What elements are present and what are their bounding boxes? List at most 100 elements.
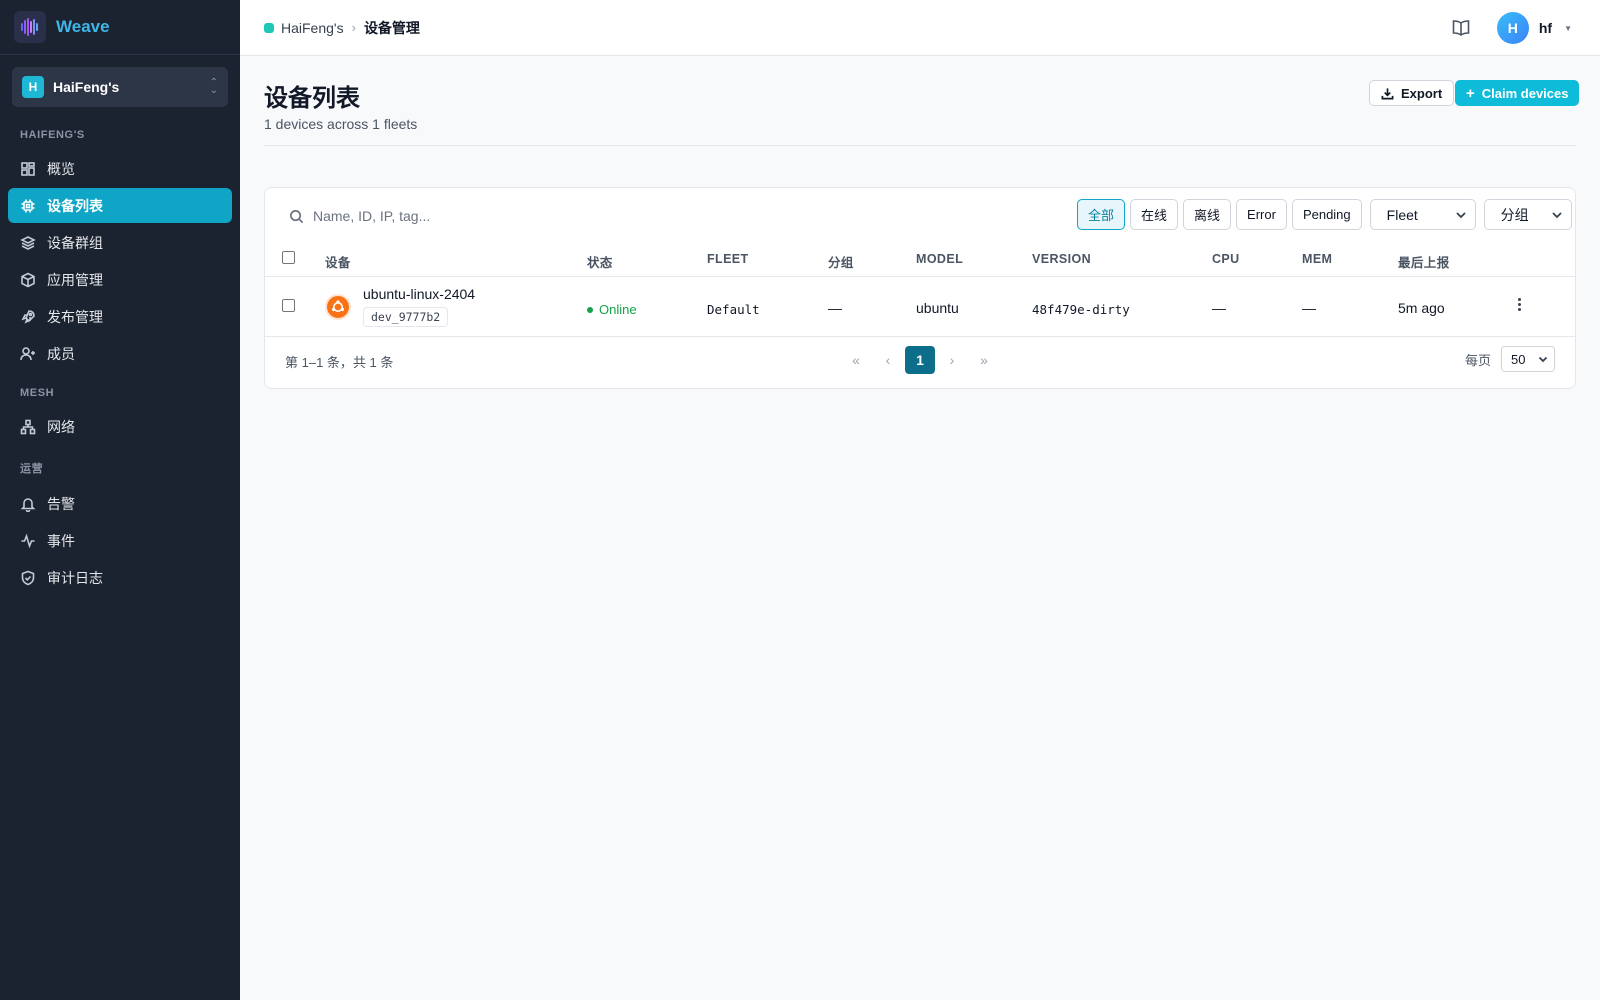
column-header[interactable]: MEM [1302,252,1332,266]
topbar-actions: H hf ▼ [1451,12,1572,44]
sidebar-item-events[interactable]: 事件 [8,523,232,558]
sidebar-item-alerts[interactable]: 告警 [8,486,232,521]
last-seen-cell: 5m ago [1398,300,1445,316]
mem-cell: — [1302,300,1316,316]
sidebar-item-device-groups[interactable]: 设备群组 [8,225,232,260]
status-text: Online [599,302,637,317]
bell-icon [20,497,36,512]
filter-chip-pending[interactable]: Pending [1291,199,1362,230]
download-icon [1381,87,1394,99]
sidebar-item-label: 成员 [47,345,75,362]
column-header[interactable]: 状态 [587,252,613,271]
filter-chip-error[interactable]: Error [1236,199,1287,230]
first-page-button[interactable]: « [841,346,871,374]
more-vertical-icon[interactable] [1518,298,1522,313]
book-icon[interactable] [1451,18,1471,38]
table-row[interactable]: ubuntu-linux-2404 dev_9777b2 Online Defa… [265,278,1575,337]
page-title: 设备列表 [264,85,360,112]
activity-icon [21,533,35,548]
breadcrumb-current: 设备管理 [363,19,420,36]
per-page-label: 每页 [1464,352,1491,368]
claim-devices-button[interactable]: + Claim devices [1455,80,1580,106]
org-color-dot [264,22,274,33]
filter-chip-online[interactable]: 在线 [1130,199,1179,230]
topbar: HaiFeng's › 设备管理 H hf ▼ [240,0,1600,56]
search-box [289,201,673,231]
group-select[interactable]: 分组 [1483,199,1572,230]
nav-section-ops: 运营 [20,463,44,475]
search-input[interactable] [313,208,673,224]
sidebar: Weave H HaiFeng's ⌃ ⌄ HAIFENG'S 概览 设备列表 设… [0,0,240,1000]
column-header[interactable]: 设备 [325,252,351,271]
column-header[interactable]: 最后上报 [1398,252,1450,271]
row-checkbox[interactable] [282,299,295,312]
org-switcher[interactable]: H HaiFeng's ⌃ ⌄ [12,67,228,107]
column-header[interactable]: MODEL [916,252,963,266]
chevron-updown-icon: ⌃ ⌄ [209,77,218,96]
sidebar-item-audit-log[interactable]: 审计日志 [8,560,232,595]
cpu-cell: — [1212,300,1226,316]
sidebar-item-label: 网络 [47,418,75,435]
prev-page-button[interactable]: ‹ [873,346,903,374]
user-plus-icon [20,346,35,360]
org-avatar: H [22,76,44,98]
last-page-button[interactable]: » [969,346,999,374]
table-header: 设备 状态 FLEET 分组 MODEL VERSION CPU MEM 最后上… [265,243,1575,277]
rocket-icon [21,309,35,324]
org-name: HaiFeng's [53,79,120,95]
app-name: Weave [56,17,110,36]
select-all-checkbox[interactable] [282,251,295,264]
fleet-cell: Default [707,302,760,317]
next-page-button[interactable]: › [937,346,967,374]
column-header[interactable]: VERSION [1032,252,1091,266]
caret-down-icon[interactable]: ▼ [1564,24,1572,33]
group-select-value: 分组 [1500,206,1529,223]
dashboard-icon [21,161,35,176]
chevron-down-icon [1456,211,1466,218]
status-dot [587,306,593,313]
per-page-value: 50 [1511,351,1526,367]
sidebar-item-label: 应用管理 [47,271,103,288]
claim-label: Claim devices [1481,85,1569,101]
sidebar-item-label: 事件 [47,532,75,549]
pagination: « ‹ 1 › » [841,346,1001,374]
sidebar-item-label: 告警 [47,495,75,512]
model-cell: ubuntu [916,300,959,316]
column-header[interactable]: 分组 [828,252,854,271]
sidebar-item-label: 发布管理 [47,308,103,325]
divider [264,145,1576,146]
filter-bar: 全部 在线 离线 Error Pending Fleet 分组 [1077,199,1572,230]
per-page-select[interactable]: 50 [1501,346,1555,372]
devices-card: 全部 在线 离线 Error Pending Fleet 分组 设备 状态 FL… [264,187,1576,389]
column-header[interactable]: FLEET [707,252,749,266]
pagination-summary: 第 1–1 条，共 1 条 [285,355,394,370]
page-subtitle: 1 devices across 1 fleets [264,116,418,132]
nav-section-org: HAIFENG'S [20,129,85,141]
brand[interactable]: Weave [0,0,240,55]
nav-section-mesh: MESH [20,387,55,399]
device-name[interactable]: ubuntu-linux-2404 [363,286,475,302]
weave-logo-icon [14,11,46,43]
sidebar-item-overview[interactable]: 概览 [8,151,232,186]
sidebar-item-network[interactable]: 网络 [8,409,232,444]
sidebar-item-label: 审计日志 [47,569,103,586]
column-header[interactable]: CPU [1212,252,1240,266]
export-button[interactable]: Export [1369,80,1455,106]
chip-icon [21,199,35,212]
sidebar-item-label: 设备群组 [47,234,103,251]
export-label: Export [1401,85,1443,101]
page-button-current[interactable]: 1 [905,346,935,374]
breadcrumb-org[interactable]: HaiFeng's [281,20,344,36]
layers-icon [20,235,36,250]
sidebar-item-releases[interactable]: 发布管理 [8,299,232,334]
chevron-down-icon [1552,211,1562,218]
sidebar-item-apps[interactable]: 应用管理 [8,262,232,297]
filter-chip-offline[interactable]: 离线 [1183,199,1232,230]
sidebar-item-devices[interactable]: 设备列表 [8,188,232,223]
fleet-select[interactable]: Fleet [1369,199,1476,230]
filter-chip-all[interactable]: 全部 [1077,199,1126,230]
user-avatar[interactable]: H [1496,12,1529,44]
sidebar-item-members[interactable]: 成员 [8,336,232,371]
search-icon [290,209,304,223]
user-name[interactable]: hf [1539,20,1552,36]
